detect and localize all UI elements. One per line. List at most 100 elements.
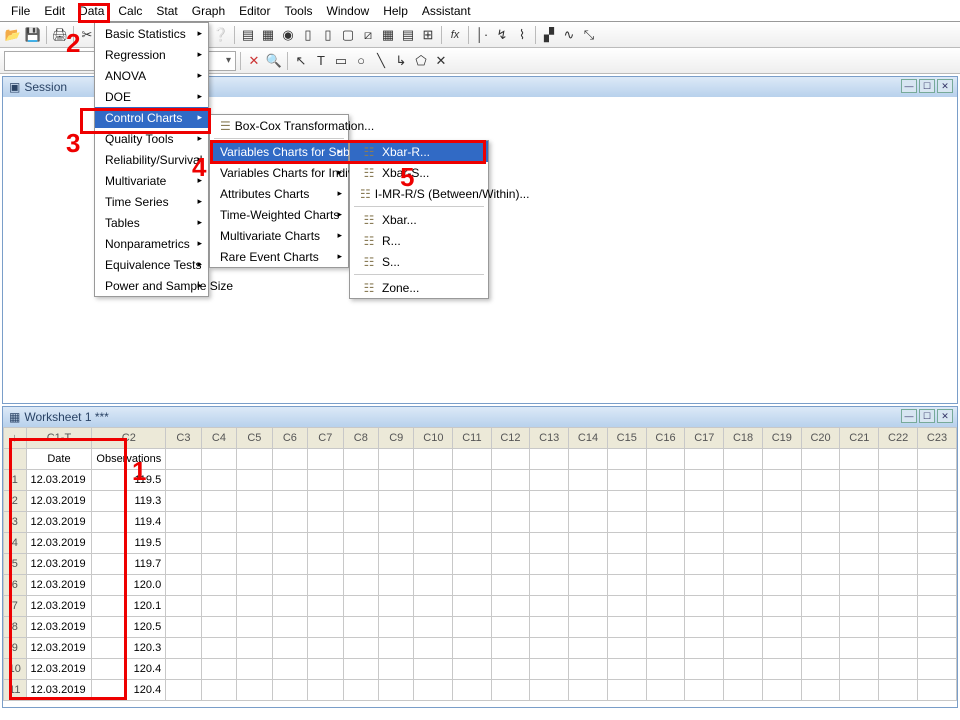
menu-item[interactable]: ☷I-MR-R/S (Between/Within)... — [350, 183, 488, 204]
tool-icon[interactable]: ▤ — [399, 26, 417, 44]
col-header[interactable]: C20 — [801, 428, 840, 449]
cell-date[interactable]: 12.03.2019 — [26, 554, 92, 575]
menu-item[interactable]: ☷Zone... — [350, 277, 488, 298]
col-header[interactable]: C21 — [840, 428, 879, 449]
cell-date[interactable]: 12.03.2019 — [26, 491, 92, 512]
menu-data[interactable]: Data — [72, 1, 111, 21]
menu-item[interactable]: DOE▸ — [95, 86, 208, 107]
menu-item[interactable]: ☷Xbar-S... — [350, 162, 488, 183]
menu-item[interactable]: ☷S... — [350, 251, 488, 272]
cell-date[interactable]: 12.03.2019 — [26, 596, 92, 617]
menu-file[interactable]: File — [4, 1, 37, 21]
min-icon[interactable]: — — [901, 79, 917, 93]
col-header[interactable]: C16 — [646, 428, 685, 449]
menu-help[interactable]: Help — [376, 1, 415, 21]
cell-date[interactable]: 12.03.2019 — [26, 617, 92, 638]
marker-icon[interactable]: ✕ — [432, 52, 450, 70]
close-red-icon[interactable]: ✕ — [245, 52, 263, 70]
min-icon[interactable]: — — [901, 409, 917, 423]
chart-icon[interactable]: │· — [473, 26, 491, 44]
chart-icon[interactable]: ⤡ — [580, 26, 598, 44]
fx-icon[interactable]: fx — [446, 26, 464, 44]
col-header[interactable]: C17 — [685, 428, 724, 449]
col-header[interactable]: C22 — [879, 428, 918, 449]
text-icon[interactable]: T — [312, 52, 330, 70]
combo[interactable] — [206, 51, 236, 71]
cell-value[interactable]: 119.7 — [92, 554, 166, 575]
save-icon[interactable]: 💾 — [24, 26, 42, 44]
row-header[interactable]: 4 — [4, 533, 27, 554]
tool-icon[interactable]: ⧄ — [359, 26, 377, 44]
tool-icon[interactable]: ▢ — [339, 26, 357, 44]
col-header[interactable]: C10 — [414, 428, 453, 449]
col-header[interactable]: C3 — [166, 428, 201, 449]
col-header[interactable]: C9 — [379, 428, 414, 449]
menu-item[interactable]: Regression▸ — [95, 44, 208, 65]
col-header[interactable]: C4 — [201, 428, 236, 449]
rect-icon[interactable]: ▭ — [332, 52, 350, 70]
chart-icon[interactable]: ∿ — [560, 26, 578, 44]
col-header[interactable]: C8 — [343, 428, 378, 449]
menu-item[interactable]: Time-Weighted Charts▸ — [210, 204, 348, 225]
tool-icon[interactable]: ◉ — [279, 26, 297, 44]
col-header[interactable]: C1-T — [26, 428, 92, 449]
row-header[interactable]: 7 — [4, 596, 27, 617]
menu-item[interactable]: Tables▸ — [95, 212, 208, 233]
cell-value[interactable]: 119.5 — [92, 533, 166, 554]
menu-item[interactable]: Basic Statistics▸ — [95, 23, 208, 44]
cell-date[interactable]: 12.03.2019 — [26, 638, 92, 659]
open-icon[interactable]: 📂 — [4, 26, 22, 44]
tool-icon[interactable]: ▯ — [299, 26, 317, 44]
menu-item[interactable]: Nonparametrics▸ — [95, 233, 208, 254]
pointer-icon[interactable]: ↖ — [292, 52, 310, 70]
cell-value[interactable]: 119.5 — [92, 470, 166, 491]
row-header[interactable]: 8 — [4, 617, 27, 638]
cell-value[interactable]: 120.4 — [92, 680, 166, 701]
menu-assistant[interactable]: Assistant — [415, 1, 478, 21]
polyline-icon[interactable]: ↳ — [392, 52, 410, 70]
col-header[interactable]: C13 — [530, 428, 569, 449]
help-icon[interactable]: ❔ — [212, 26, 230, 44]
col-header[interactable]: C23 — [918, 428, 957, 449]
cell-date[interactable]: 12.03.2019 — [26, 533, 92, 554]
menu-editor[interactable]: Editor — [232, 1, 277, 21]
menu-graph[interactable]: Graph — [185, 1, 232, 21]
row-header[interactable]: 3 — [4, 512, 27, 533]
chart-icon[interactable]: ⌇ — [513, 26, 531, 44]
menu-item[interactable]: Variables Charts for Individuals▸ — [210, 162, 348, 183]
close-icon[interactable]: ✕ — [937, 409, 953, 423]
tool-icon[interactable]: ▦ — [259, 26, 277, 44]
col-header[interactable]: C12 — [491, 428, 530, 449]
variables-subgroups-menu[interactable]: ☷Xbar-R...☷Xbar-S...☷I-MR-R/S (Between/W… — [349, 140, 489, 299]
col-header[interactable]: C19 — [762, 428, 801, 449]
row-header[interactable]: 10 — [4, 659, 27, 680]
col-header[interactable]: C11 — [453, 428, 491, 449]
menu-item[interactable]: Rare Event Charts▸ — [210, 246, 348, 267]
menu-item[interactable]: ☷Xbar-R... — [350, 141, 488, 162]
menu-item[interactable]: Power and Sample Size▸ — [95, 275, 208, 296]
cell-value[interactable]: 120.4 — [92, 659, 166, 680]
cell-value[interactable]: 120.5 — [92, 617, 166, 638]
close-icon[interactable]: ✕ — [937, 79, 953, 93]
menu-calc[interactable]: Calc — [111, 1, 149, 21]
menu-item[interactable]: ☷R... — [350, 230, 488, 251]
menu-item[interactable]: Time Series▸ — [95, 191, 208, 212]
row-header[interactable]: 1 — [4, 470, 27, 491]
menu-item[interactable]: Control Charts▸ — [95, 107, 208, 128]
chart-icon[interactable]: ↯ — [493, 26, 511, 44]
menu-item[interactable]: Equivalence Tests▸ — [95, 254, 208, 275]
chart-icon[interactable]: ▞ — [540, 26, 558, 44]
cell-value[interactable]: 120.1 — [92, 596, 166, 617]
menu-window[interactable]: Window — [320, 1, 377, 21]
cell-date[interactable]: 12.03.2019 — [26, 575, 92, 596]
cell-date[interactable]: 12.03.2019 — [26, 659, 92, 680]
tool-icon[interactable]: ▤ — [239, 26, 257, 44]
col-header[interactable]: C14 — [569, 428, 608, 449]
row-header[interactable]: 11 — [4, 680, 27, 701]
menu-item[interactable]: Attributes Charts▸ — [210, 183, 348, 204]
row-header[interactable]: 9 — [4, 638, 27, 659]
col-header[interactable]: C7 — [308, 428, 343, 449]
tool-icon[interactable]: ▯ — [319, 26, 337, 44]
header-date[interactable]: Date — [26, 449, 92, 470]
cell-date[interactable]: 12.03.2019 — [26, 680, 92, 701]
